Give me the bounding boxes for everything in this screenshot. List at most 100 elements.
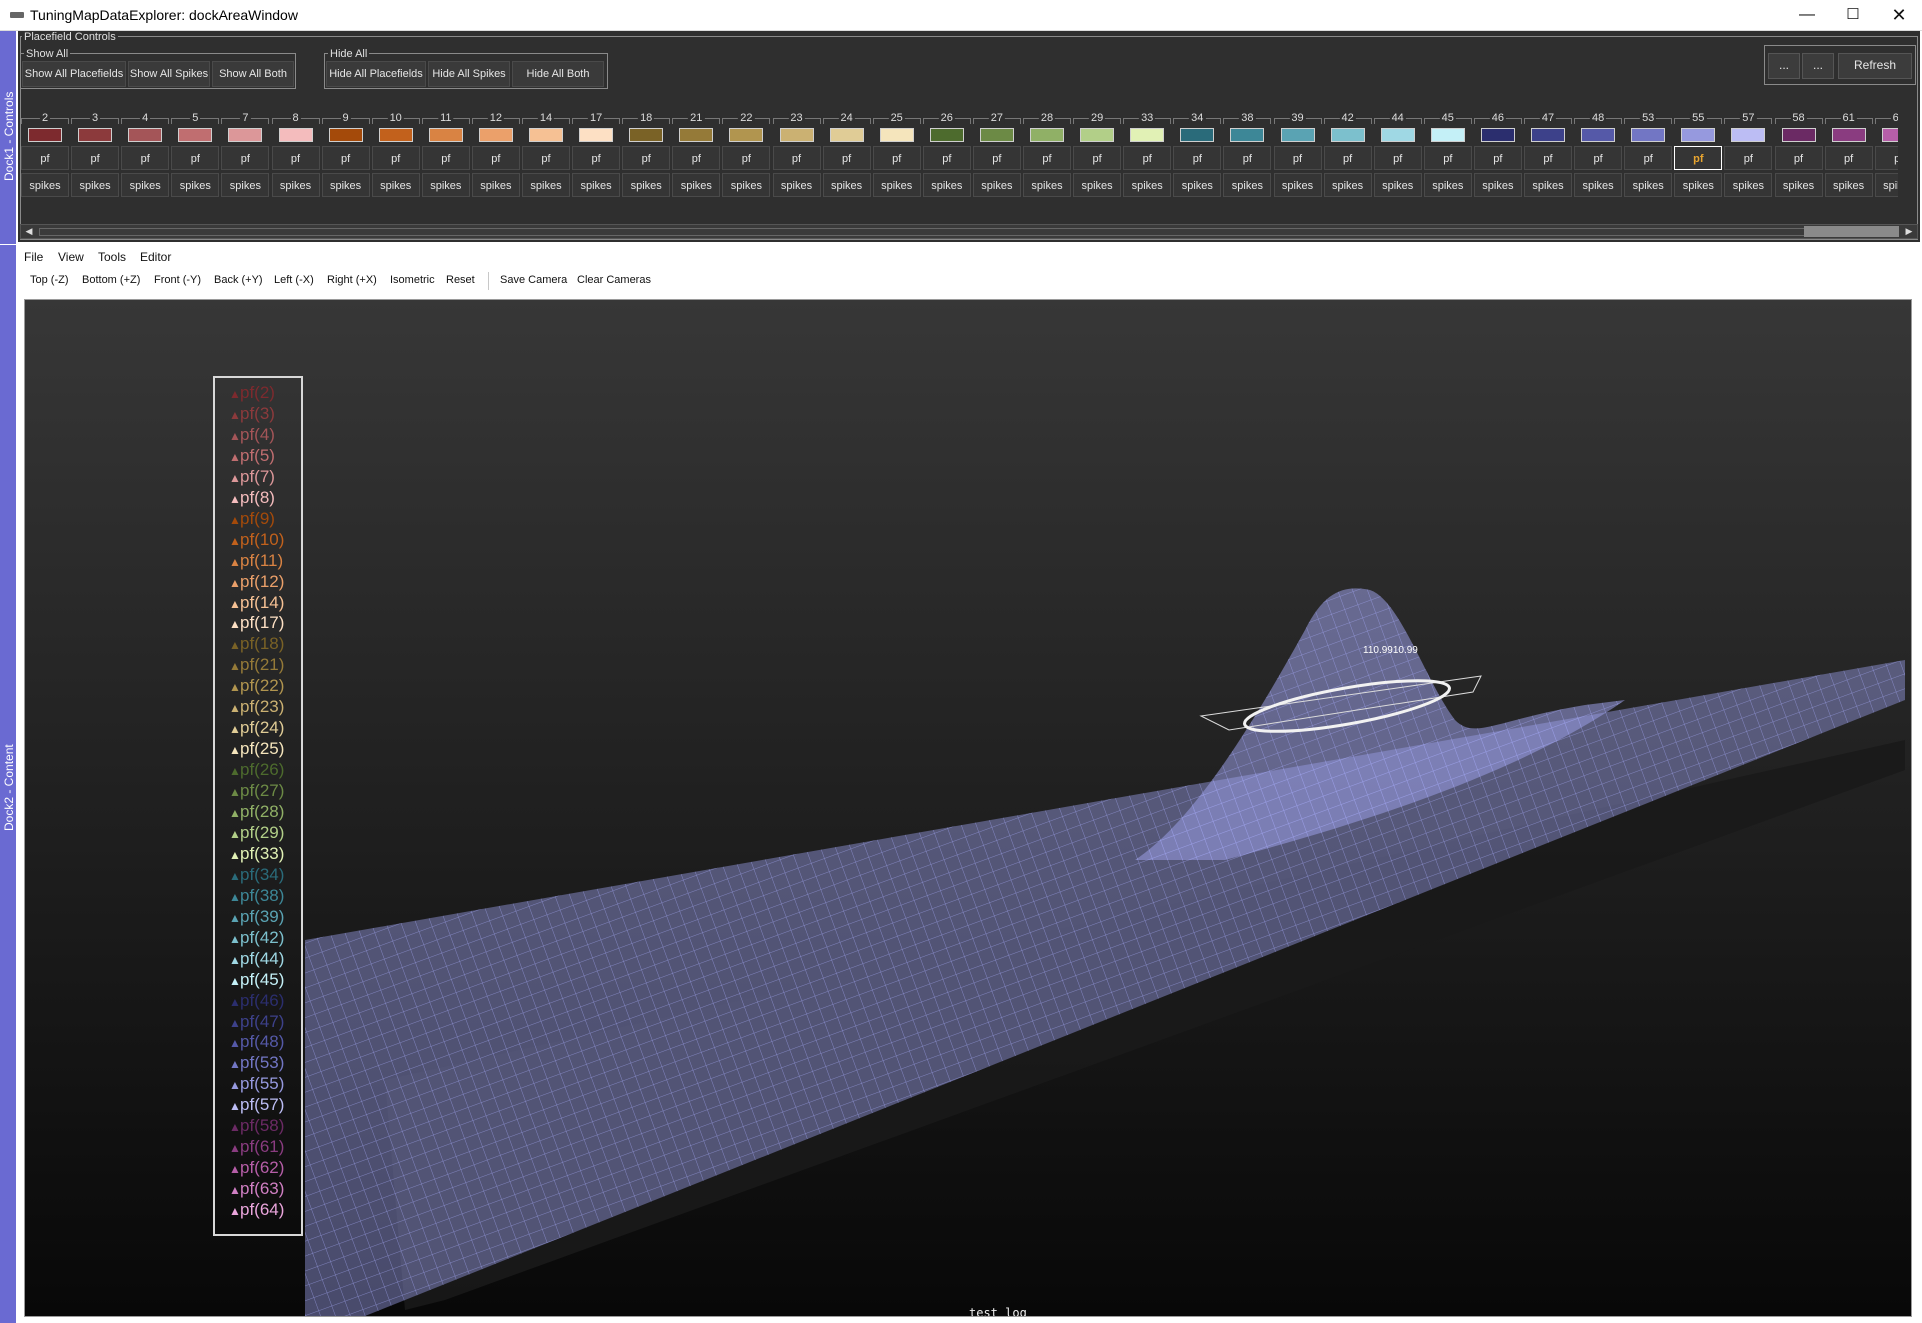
cell-pf-toggle[interactable]: pf (1574, 146, 1623, 170)
3d-viewport[interactable]: 110.9910.99 ▲pf(2) ▲pf(3) ▲pf(4) ▲pf(5) ▲pf(… (24, 299, 1912, 1317)
legend-item[interactable]: ▲pf(55) (229, 1073, 284, 1096)
cell-spikes-toggle[interactable]: spikes (1824, 173, 1873, 197)
cell-pf-toggle[interactable]: pf (21, 146, 69, 170)
cell-color-swatch[interactable] (729, 128, 764, 142)
cell-spikes-toggle[interactable]: spikes (1624, 173, 1673, 197)
cell-pf-toggle[interactable]: pf (772, 146, 821, 170)
cell-spikes-toggle[interactable]: spikes (1524, 173, 1572, 197)
cell-spikes-toggle[interactable]: spikes (1323, 173, 1372, 197)
legend-item[interactable]: ▲pf(11) (229, 550, 283, 573)
cell-color-swatch[interactable] (278, 128, 313, 142)
cell-color-swatch[interactable] (178, 128, 213, 142)
cell-spikes-toggle[interactable]: spikes (321, 173, 370, 197)
cell-spikes-toggle[interactable]: spikes (1023, 173, 1071, 197)
legend-item[interactable]: ▲pf(42) (229, 927, 284, 950)
cell-pf-toggle[interactable]: pf (1073, 146, 1122, 170)
cell-color-swatch[interactable] (829, 128, 864, 142)
cell-pf-toggle[interactable]: pf (872, 146, 921, 170)
legend-item[interactable]: ▲pf(10) (229, 529, 284, 552)
legend-item[interactable]: ▲pf(47) (229, 1011, 284, 1034)
legend-item[interactable]: ▲pf(8) (229, 487, 275, 510)
cell-pf-toggle[interactable]: pf (221, 146, 270, 170)
cell-color-swatch[interactable] (228, 128, 263, 142)
cell-pf-toggle[interactable]: pf (1123, 146, 1172, 170)
cell-spikes-toggle[interactable]: spikes (672, 173, 721, 197)
cell-color-swatch[interactable] (1681, 128, 1716, 142)
legend-item[interactable]: ▲pf(27) (229, 780, 284, 803)
cell-spikes-toggle[interactable]: spikes (1423, 173, 1472, 197)
cell-pf-toggle[interactable]: pf (121, 146, 170, 170)
cell-color-swatch[interactable] (929, 128, 964, 142)
cell-pf-toggle[interactable]: pf (922, 146, 971, 170)
cell-pf-toggle[interactable]: pf (1223, 146, 1272, 170)
legend-item[interactable]: ▲pf(24) (229, 717, 284, 740)
cell-pf-toggle[interactable]: pf (1023, 146, 1071, 170)
save-camera-button[interactable]: Save Camera (500, 274, 567, 286)
legend-item[interactable]: ▲pf(5) (229, 445, 275, 468)
cell-color-swatch[interactable] (579, 128, 614, 142)
refresh-button[interactable]: Refresh (1838, 53, 1912, 79)
scrollbar-thumb[interactable] (1804, 226, 1899, 237)
cell-color-swatch[interactable] (1380, 128, 1415, 142)
cell-color-swatch[interactable] (779, 128, 814, 142)
show-all-spikes-button[interactable]: Show All Spikes (128, 61, 210, 87)
cell-pf-toggle[interactable]: pf (1273, 146, 1322, 170)
cell-spikes-toggle[interactable]: spikes (772, 173, 821, 197)
cell-pf-toggle[interactable]: pf (171, 146, 220, 170)
legend-item[interactable]: ▲pf(18) (229, 633, 284, 656)
scroll-left-icon[interactable]: ◀ (22, 225, 36, 238)
cell-pf-toggle[interactable]: pf (71, 146, 120, 170)
cell-spikes-toggle[interactable]: spikes (471, 173, 520, 197)
dock2-tab[interactable]: Dock2 - Content (0, 245, 16, 1323)
cell-spikes-toggle[interactable]: spikes (21, 173, 69, 197)
cell-color-swatch[interactable] (1280, 128, 1315, 142)
legend-item[interactable]: ▲pf(39) (229, 906, 284, 929)
cell-color-swatch[interactable] (378, 128, 413, 142)
cell-pf-toggle[interactable]: pf (1824, 146, 1873, 170)
cell-color-swatch[interactable] (1881, 128, 1898, 142)
cell-color-swatch[interactable] (629, 128, 664, 142)
cell-pf-toggle[interactable]: pf (1674, 146, 1723, 170)
cell-pf-toggle[interactable]: pf (371, 146, 420, 170)
cell-spikes-toggle[interactable]: spikes (1674, 173, 1723, 197)
hide-all-both-button[interactable]: Hide All Both (512, 61, 604, 87)
cell-spikes-toggle[interactable]: spikes (371, 173, 420, 197)
cell-pf-toggle[interactable]: pf (421, 146, 470, 170)
cell-pf-toggle[interactable]: pf (572, 146, 621, 170)
cell-color-swatch[interactable] (879, 128, 914, 142)
cell-pf-toggle[interactable]: pf (271, 146, 320, 170)
legend-item[interactable]: ▲pf(34) (229, 864, 284, 887)
cell-spikes-toggle[interactable]: spikes (121, 173, 170, 197)
cell-color-swatch[interactable] (1531, 128, 1565, 142)
cell-pf-toggle[interactable]: pf (1874, 146, 1898, 170)
legend-item[interactable]: ▲pf(46) (229, 990, 284, 1013)
dock1-tab[interactable]: Dock1 - Controls (0, 31, 16, 244)
placefield-surface-plot[interactable] (25, 300, 1911, 1316)
legend-item[interactable]: ▲pf(63) (229, 1178, 284, 1201)
cell-spikes-toggle[interactable]: spikes (722, 173, 771, 197)
cell-spikes-toggle[interactable]: spikes (1473, 173, 1522, 197)
cell-color-swatch[interactable] (679, 128, 714, 142)
cell-spikes-toggle[interactable]: spikes (822, 173, 871, 197)
cell-spikes-toggle[interactable]: spikes (1123, 173, 1172, 197)
cell-color-swatch[interactable] (328, 128, 363, 142)
legend-item[interactable]: ▲pf(28) (229, 801, 284, 824)
cell-spikes-toggle[interactable]: spikes (972, 173, 1021, 197)
camera-left-button[interactable]: Left (-X) (274, 274, 314, 286)
cell-color-swatch[interactable] (1731, 128, 1766, 142)
legend-item[interactable]: ▲pf(12) (229, 571, 284, 594)
cell-spikes-toggle[interactable]: spikes (1774, 173, 1823, 197)
legend-item[interactable]: ▲pf(38) (229, 885, 284, 908)
more-button-2[interactable]: ... (1802, 53, 1834, 79)
clear-cameras-button[interactable]: Clear Cameras (577, 274, 651, 286)
legend-item[interactable]: ▲pf(4) (229, 424, 275, 447)
cell-spikes-toggle[interactable]: spikes (1273, 173, 1322, 197)
camera-right-button[interactable]: Right (+X) (327, 274, 377, 286)
camera-top-button[interactable]: Top (-Z) (30, 274, 69, 286)
cell-color-swatch[interactable] (428, 128, 463, 142)
legend-item[interactable]: ▲pf(22) (229, 675, 284, 698)
cell-pf-toggle[interactable]: pf (1724, 146, 1773, 170)
legend-item[interactable]: ▲pf(9) (229, 508, 275, 531)
legend-item[interactable]: ▲pf(58) (229, 1115, 284, 1138)
maximize-button[interactable]: ☐ (1830, 0, 1876, 30)
